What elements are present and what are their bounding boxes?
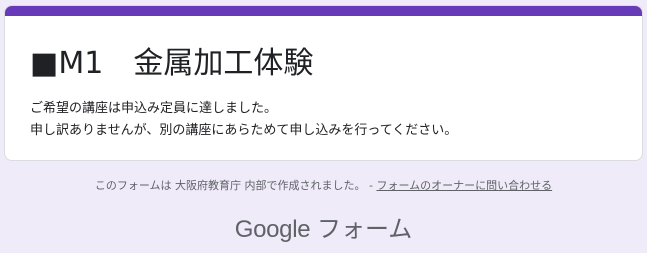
footer-notice: このフォームは 大阪府教育庁 内部で作成されました。 - [94, 179, 377, 192]
form-card: ■M1 金属加工体験 ご希望の講座は申込み定員に達しました。 申し訳ありませんが… [4, 5, 643, 161]
google-wordmark: Google [234, 216, 311, 243]
forms-wordmark: フォーム [310, 216, 413, 243]
google-forms-logo[interactable]: Google フォーム [0, 214, 647, 246]
form-title: ■M1 金属加工体験 [30, 46, 314, 81]
message-line-2: 申し訳ありませんが、別の講座にあらためて申し込みを行ってください。 [30, 123, 458, 138]
message-line-1: ご希望の講座は申込み定員に達しました。 [30, 101, 278, 116]
confirmation-message: ご希望の講座は申込み定員に達しました。 申し訳ありませんが、別の講座にあらためて… [30, 98, 457, 142]
card-accent-bar [5, 6, 642, 16]
form-footer: このフォームは 大阪府教育庁 内部で作成されました。 - フォームのオーナーに問… [0, 178, 647, 194]
contact-owner-link[interactable]: フォームのオーナーに問い合わせる [376, 179, 552, 192]
